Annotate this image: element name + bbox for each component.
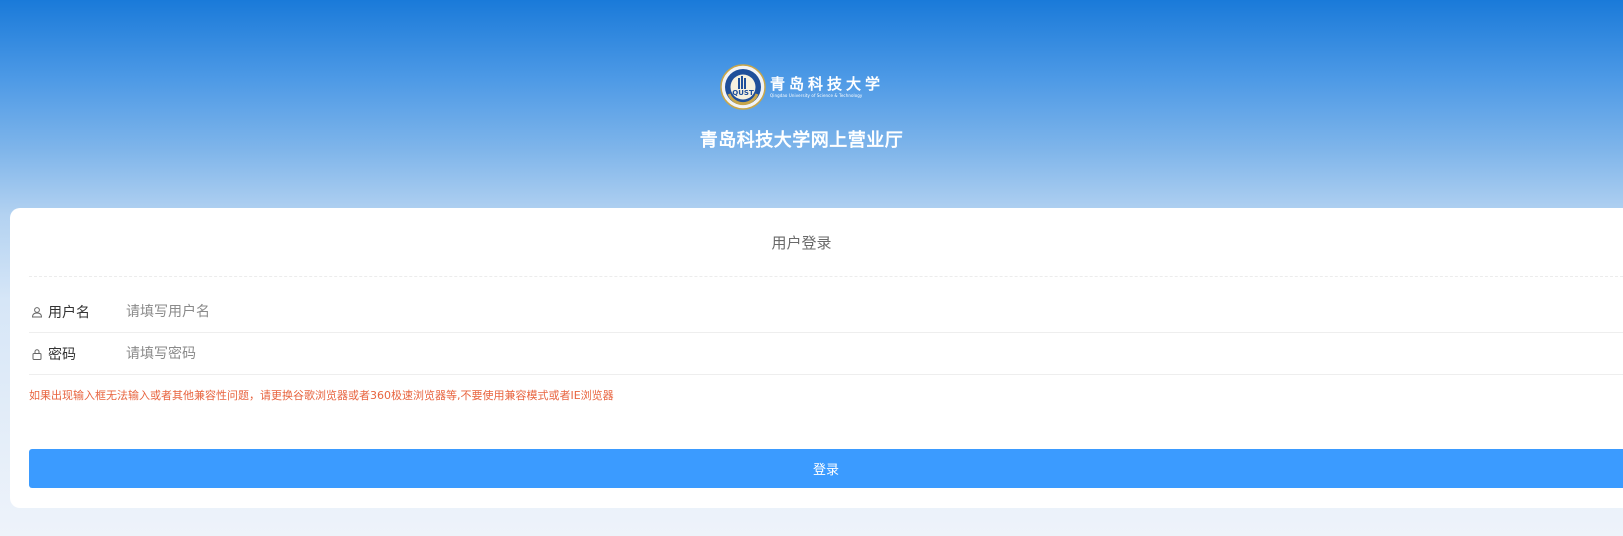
username-input[interactable] [126, 294, 1623, 330]
username-row: 用户名 [29, 292, 1623, 333]
title-divider [29, 276, 1623, 277]
password-label: 密码 [48, 347, 76, 363]
login-card-title: 用户登录 [771, 234, 832, 252]
user-icon [31, 307, 43, 318]
university-seal-icon: QUST [720, 64, 766, 110]
logo-english-name: Qingdao University of Science & Technolo… [770, 92, 863, 98]
svg-text:QUST: QUST [732, 89, 754, 97]
compatibility-notice: 如果出现输入框无法输入或者其他兼容性问题，请更换谷歌浏览器或者360极速浏览器等… [29, 389, 614, 402]
login-button[interactable]: 登录 [29, 449, 1623, 488]
password-input[interactable] [126, 336, 1623, 372]
login-card: 用户登录 用户名 密码 如果出现输入框无法输入或者其他兼容性问题，请更换谷歌浏览… [10, 208, 1623, 508]
password-row: 密码 [29, 334, 1623, 375]
username-label: 用户名 [48, 305, 90, 321]
university-logo: QUST 青岛科技大学 Qingdao University of Scienc… [720, 63, 880, 111]
logo-chinese-name: 青岛科技大学 [770, 74, 885, 93]
lock-icon [32, 349, 42, 360]
portal-title: 青岛科技大学网上营业厅 [699, 130, 904, 151]
page-header: QUST 青岛科技大学 Qingdao University of Scienc… [0, 0, 1623, 210]
